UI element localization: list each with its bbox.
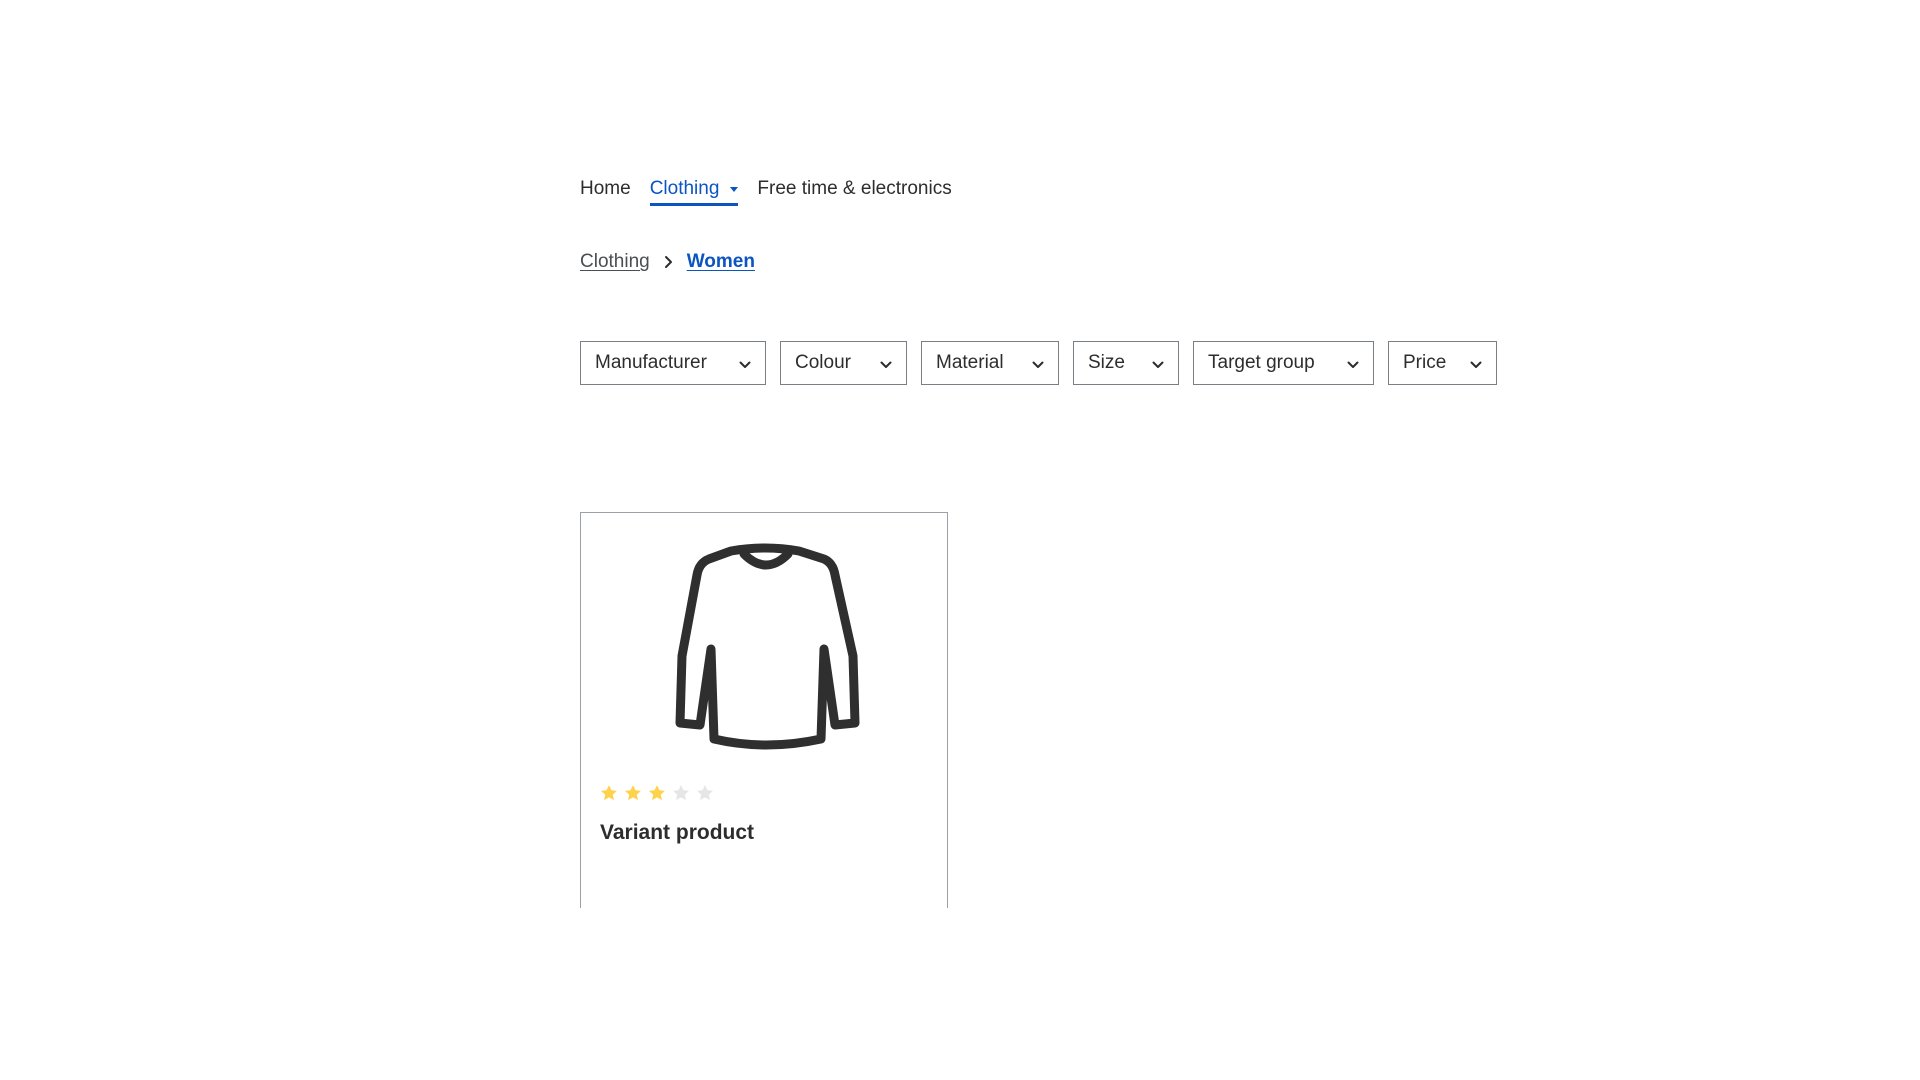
chevron-down-icon: [1470, 361, 1482, 369]
filter-material[interactable]: Material: [921, 341, 1059, 385]
chevron-down-icon: [739, 361, 751, 369]
filter-colour[interactable]: Colour: [780, 341, 907, 385]
filter-bar: Manufacturer Colour Material Size Target…: [580, 341, 1497, 385]
nav-item-home[interactable]: Home: [580, 178, 631, 206]
main-navigation: Home Clothing Free time & electronics: [580, 178, 952, 206]
filter-label: Manufacturer: [595, 352, 707, 373]
star-empty-icon: [697, 785, 713, 801]
product-name[interactable]: Variant product: [600, 821, 754, 845]
nav-item-label: Free time & electronics: [757, 178, 952, 199]
breadcrumb-link-women[interactable]: Women: [687, 251, 755, 273]
product-rating: [599, 783, 719, 803]
filter-price[interactable]: Price: [1388, 341, 1497, 385]
chevron-right-icon: [664, 255, 673, 269]
filter-label: Size: [1088, 352, 1125, 373]
chevron-down-icon: [880, 361, 892, 369]
chevron-down-icon: [1032, 361, 1044, 369]
chevron-down-icon: [1152, 361, 1164, 369]
star-empty-icon: [673, 785, 689, 801]
breadcrumb-link-clothing[interactable]: Clothing: [580, 251, 650, 273]
filter-label: Target group: [1208, 352, 1315, 373]
filter-target-group[interactable]: Target group: [1193, 341, 1374, 385]
filter-size[interactable]: Size: [1073, 341, 1179, 385]
filter-label: Price: [1403, 352, 1447, 373]
filter-label: Material: [936, 352, 1004, 373]
chevron-down-icon: [1347, 361, 1359, 369]
long-sleeve-shirt-icon[interactable]: [661, 541, 871, 763]
product-card[interactable]: Variant product: [580, 512, 948, 908]
star-filled-icon: [625, 785, 641, 801]
filter-manufacturer[interactable]: Manufacturer: [580, 341, 766, 385]
page: Home Clothing Free time & electronics Cl…: [0, 0, 1920, 1080]
filter-label: Colour: [795, 352, 851, 373]
breadcrumb: Clothing Women: [580, 251, 755, 273]
caret-down-icon: [730, 187, 739, 192]
star-filled-icon: [601, 785, 617, 801]
nav-item-free-time-electronics[interactable]: Free time & electronics: [757, 178, 951, 206]
star-filled-icon: [649, 785, 665, 801]
nav-item-clothing[interactable]: Clothing: [649, 178, 739, 206]
nav-item-label: Home: [580, 178, 631, 199]
nav-item-label: Clothing: [649, 178, 720, 199]
